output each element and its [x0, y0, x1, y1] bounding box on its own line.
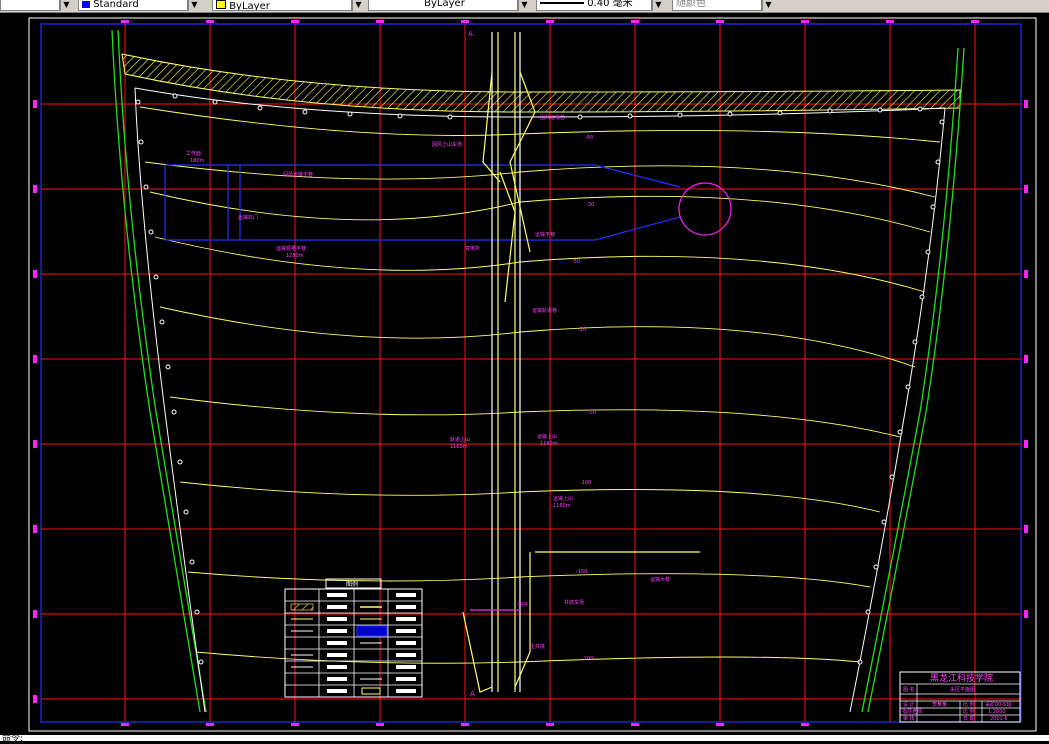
label-pump: 主井底	[530, 643, 545, 650]
title-r4c3: 日 期	[963, 716, 975, 722]
lineweight-sample-icon	[540, 2, 584, 4]
label-uphill-right-len: 1160m	[540, 441, 558, 447]
pillar-lines	[134, 87, 946, 713]
contour-lines	[139, 106, 941, 664]
label-main-shaft: 运输石门	[238, 214, 258, 221]
linetype-dropdown[interactable]: ByLayer	[368, 0, 518, 11]
lineweight-value: 0.40 毫米	[587, 0, 633, 9]
contour-label: -50	[572, 259, 580, 265]
contour-labels: -50 -30 -50 -20 -50 -100 -150 -200	[572, 135, 596, 662]
label-uphill-left-len: 1160m	[450, 444, 468, 450]
text-style-dropdown[interactable]: Standard	[78, 0, 188, 11]
title-r2c4: 采矿00-5班	[985, 701, 1011, 708]
command-prompt: 命令:	[2, 734, 24, 744]
legend-title: 图例	[346, 580, 358, 588]
contour-label: -100	[580, 480, 591, 486]
lineweight-dropdown[interactable]: 0.40 毫米	[536, 0, 652, 11]
command-line[interactable]: 命令:	[0, 734, 1049, 744]
label-workface-len: 180m	[190, 158, 205, 164]
layer-dropdown[interactable]	[0, 0, 60, 11]
section-marker-top: A	[468, 30, 473, 38]
label-lower-lane-len: 1280m	[286, 253, 304, 259]
label-upper-lane: 回风运输平巷	[283, 171, 313, 178]
label-uphill-left: 轨道上山	[450, 436, 470, 443]
title-block: 黑龙江科技学院 图 名 采区平面图 设 计 李某某 比 例 采矿00-5班 指导…	[899, 671, 1021, 723]
contour-label: -150	[576, 569, 587, 575]
drawing-canvas[interactable]: -50 -30 -50 -20 -50 -100 -150 -200 A A 回…	[0, 12, 1049, 735]
text-style-dropdown-arrow[interactable]: ▼	[188, 0, 200, 11]
color-dropdown-arrow[interactable]: ▼	[352, 0, 364, 11]
contour-label: -50	[585, 135, 593, 141]
title-r2c3: 比 例	[963, 701, 975, 708]
label-mid: 运输平巷	[535, 231, 555, 238]
text-style-icon	[82, 1, 90, 8]
title-r1c1: 图 名	[903, 686, 915, 693]
lineweight-dropdown-arrow[interactable]: ▼	[652, 0, 664, 11]
label-inclined-main-len: 1160m	[553, 503, 571, 509]
plot-style-value: 随颜色	[676, 0, 706, 9]
plot-style-dropdown[interactable]: 随颜色	[672, 0, 762, 11]
color-swatch-icon	[216, 0, 226, 9]
label-uphill-right: 运输上山	[537, 433, 557, 440]
linetype-dropdown-arrow[interactable]: ▼	[518, 0, 530, 11]
linetype-value: ByLayer	[424, 0, 465, 9]
color-dropdown[interactable]: ByLayer	[212, 0, 352, 11]
label-workface-tag: 工作面	[186, 150, 201, 157]
title-r3c3: 比 例	[963, 708, 975, 715]
label-lower-lane: 运输顺槽平巷	[276, 245, 306, 252]
contour-label: -20	[578, 327, 586, 333]
title-r2c2: 李某某	[932, 701, 947, 708]
label-return-lane: 回风运输巷	[540, 114, 565, 121]
plot-style-dropdown-arrow[interactable]: ▼	[762, 0, 774, 11]
contour-label: -30	[586, 202, 594, 208]
title-r2c1: 设 计	[903, 701, 915, 708]
color-value: ByLayer	[229, 1, 270, 11]
field-boundary-lines	[111, 29, 965, 713]
title-r4c1: 审 核	[903, 715, 915, 722]
label-substation: 变电所	[465, 245, 480, 252]
annotations: 回风运输巷 回风上山车场 工作面 180m 回风运输平巷 运输顺槽平巷 1280…	[186, 114, 670, 650]
title-drawing-name: 采区平面图	[950, 686, 975, 693]
section-markers: A A	[468, 30, 475, 698]
main-inclines	[462, 32, 700, 693]
label-shaft-bottom: 副井	[518, 601, 528, 608]
title-r4c4: 2001.6	[990, 716, 1008, 722]
inner-frame	[40, 23, 1022, 723]
legend-table: 图例	[284, 578, 423, 698]
label-bottom-right: 运输大巷	[650, 576, 670, 583]
layer-dropdown-arrow[interactable]: ▼	[60, 0, 72, 11]
text-style-value: Standard	[93, 0, 139, 10]
label-yard-bottom: 井底车场	[564, 599, 584, 606]
label-inclined: 运输轨道巷	[532, 307, 557, 314]
label-yard: 回风上山车场	[432, 141, 462, 148]
contour-label: -200	[582, 656, 593, 662]
contour-label: -50	[588, 410, 596, 416]
pillar-points	[135, 93, 945, 665]
coordinate-grid	[41, 24, 1021, 722]
title-r3c4: 1:2000	[988, 709, 1006, 715]
section-marker-bottom: A	[470, 690, 475, 698]
label-inclined-main: 运输上山	[553, 495, 573, 502]
working-face-panel	[164, 164, 732, 241]
title-school: 黑龙江科技学院	[930, 672, 993, 684]
title-r3c1: 指导老师	[902, 708, 922, 715]
